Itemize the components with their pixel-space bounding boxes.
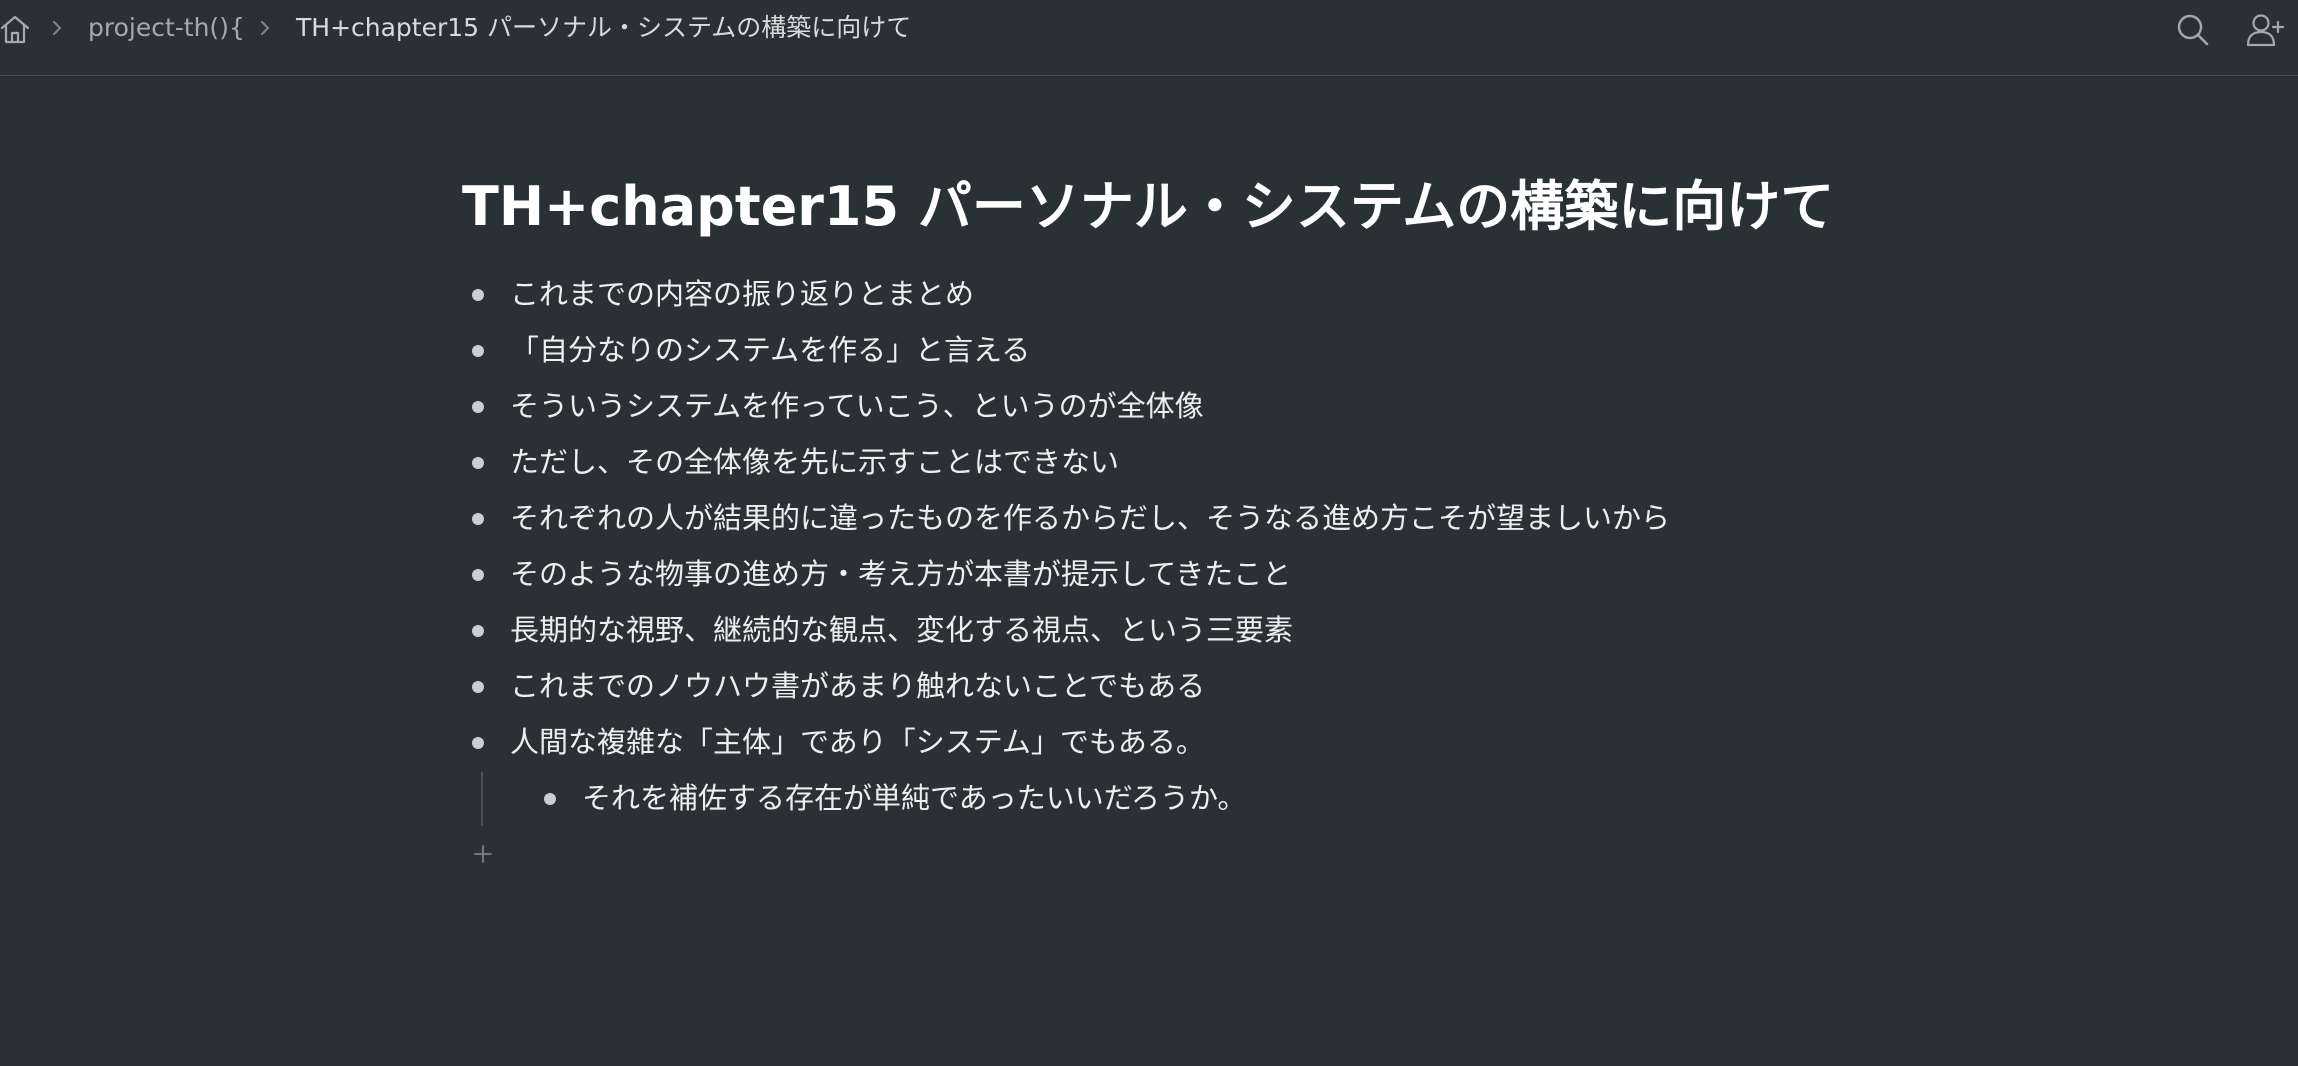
list-item[interactable]: そういうシステムを作っていこう、というのが全体像 — [462, 378, 1862, 434]
nested-list: それを補佐する存在が単純であったいいだろうか。 — [462, 770, 1862, 826]
chevron-right-icon — [53, 21, 61, 35]
list-item[interactable]: これまでのノウハウ書があまり触れないことでもある — [462, 658, 1862, 714]
top-bar: project-th(){ TH+chapter15 パーソナル・システムの構築… — [0, 0, 2298, 76]
page-title[interactable]: TH+chapter15 パーソナル・システムの構築に向けて — [462, 170, 1862, 244]
list-item-text[interactable]: ただし、その全体像を先に示すことはできない — [510, 434, 1119, 490]
home-icon[interactable] — [0, 13, 30, 45]
bullet-dot-icon[interactable] — [472, 345, 484, 357]
list-item[interactable]: そのような物事の進め方・考え方が本書が提示してきたこと — [462, 546, 1862, 602]
bullet-dot-icon[interactable] — [472, 625, 484, 637]
breadcrumb-project[interactable]: project-th(){ — [88, 12, 245, 44]
search-icon[interactable] — [2173, 10, 2213, 50]
chevron-right-icon — [261, 21, 269, 35]
document-page: TH+chapter15 パーソナル・システムの構築に向けて これまでの内容の振… — [462, 170, 1862, 882]
bullet-dot-icon[interactable] — [472, 401, 484, 413]
list-item-text[interactable]: これまでの内容の振り返りとまとめ — [510, 266, 974, 322]
bullet-dot-icon[interactable] — [472, 569, 484, 581]
list-item-text[interactable]: そのような物事の進め方・考え方が本書が提示してきたこと — [510, 546, 1291, 602]
bullet-dot-icon[interactable] — [472, 289, 484, 301]
list-item[interactable]: 人間な複雑な「主体」であり「システム」でもある。 — [462, 714, 1862, 770]
list-item[interactable]: 長期的な視野、継続的な観点、変化する視点、という三要素 — [462, 602, 1862, 658]
bullet-dot-icon[interactable] — [472, 737, 484, 749]
bullet-dot-icon[interactable] — [472, 513, 484, 525]
list-item-text[interactable]: それぞれの人が結果的に違ったものを作るからだし、そうなる進め方こそが望ましいから — [510, 490, 1670, 546]
bullet-dot-icon[interactable] — [472, 457, 484, 469]
plus-icon[interactable] — [472, 843, 494, 865]
bullet-list: これまでの内容の振り返りとまとめ 「自分なりのシステムを作る」と言える そういう… — [462, 266, 1862, 882]
list-item-text[interactable]: 「自分なりのシステムを作る」と言える — [510, 322, 1030, 378]
indent-guide-line — [481, 772, 483, 826]
list-item-text[interactable]: これまでのノウハウ書があまり触れないことでもある — [510, 658, 1205, 714]
list-item-text[interactable]: 長期的な視野、継続的な観点、変化する視点、という三要素 — [510, 602, 1293, 658]
list-item-text[interactable]: そういうシステムを作っていこう、というのが全体像 — [510, 378, 1204, 434]
list-item-text[interactable]: それを補佐する存在が単純であったいいだろうか。 — [582, 770, 1246, 826]
breadcrumb-current-page[interactable]: TH+chapter15 パーソナル・システムの構築に向けて — [296, 12, 911, 44]
list-item[interactable]: 「自分なりのシステムを作る」と言える — [462, 322, 1862, 378]
list-item[interactable]: これまでの内容の振り返りとまとめ — [462, 266, 1862, 322]
add-user-icon[interactable] — [2245, 10, 2285, 50]
bullet-dot-icon[interactable] — [472, 681, 484, 693]
add-item-row[interactable] — [462, 826, 1862, 882]
bullet-dot-icon[interactable] — [544, 793, 556, 805]
list-item[interactable]: ただし、その全体像を先に示すことはできない — [462, 434, 1862, 490]
list-item-text[interactable]: 人間な複雑な「主体」であり「システム」でもある。 — [510, 714, 1205, 770]
list-item[interactable]: それぞれの人が結果的に違ったものを作るからだし、そうなる進め方こそが望ましいから — [462, 490, 1862, 546]
